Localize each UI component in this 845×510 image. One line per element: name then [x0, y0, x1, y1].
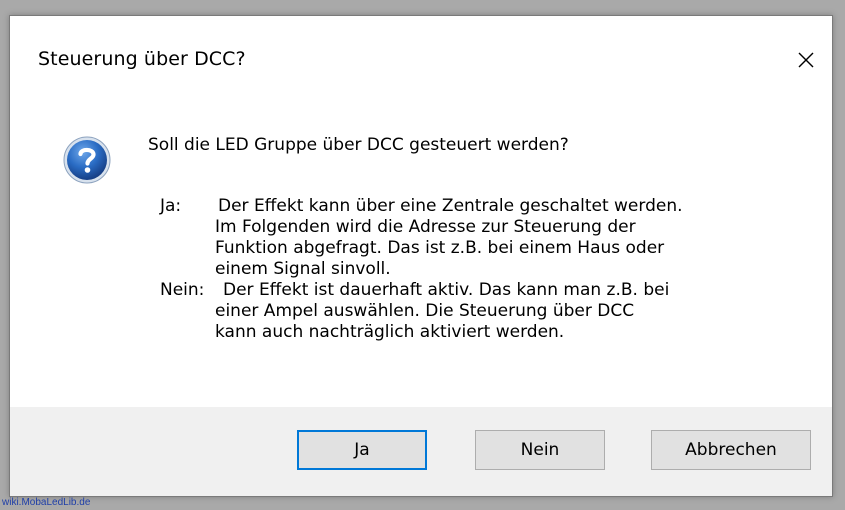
dialog-title: Steuerung über DCC?: [38, 48, 246, 70]
nein-line-2: einer Ampel auswählen. Die Steuerung übe…: [215, 301, 635, 321]
nein-line-1: Der Effekt ist dauerhaft aktiv. Das kann…: [223, 280, 670, 300]
close-icon: [798, 52, 814, 68]
ja-line-3: Funktion abgefragt. Das ist z.B. bei ein…: [215, 238, 665, 258]
abbrechen-button[interactable]: Abbrechen: [651, 430, 811, 470]
question-text: Soll die LED Gruppe über DCC gesteuert w…: [148, 135, 569, 155]
screen: Steuerung über DCC? Soll die LED Gruppe …: [0, 0, 845, 510]
close-button[interactable]: [786, 40, 826, 80]
nein-line-3: kann auch nachträglich aktiviert werden.: [215, 322, 565, 342]
ja-line-4: einem Signal sinvoll.: [215, 259, 391, 279]
dialog-content: Soll die LED Gruppe über DCC gesteuert w…: [10, 98, 832, 410]
ja-line-1: Der Effekt kann über eine Zentrale gesch…: [218, 196, 683, 216]
nein-label: Nein:: [160, 280, 205, 300]
ja-label: Ja:: [160, 196, 182, 216]
message-dialog: Steuerung über DCC? Soll die LED Gruppe …: [9, 15, 833, 497]
nein-button[interactable]: Nein: [475, 430, 605, 470]
watermark-text: wiki.MobaLedLib.de: [2, 497, 91, 508]
ja-line-2: Im Folgenden wird die Adresse zur Steuer…: [215, 217, 636, 237]
button-bar: Ja Nein Abbrechen: [10, 407, 832, 496]
title-bar: Steuerung über DCC?: [10, 16, 832, 98]
question-icon: [63, 136, 111, 184]
ja-button[interactable]: Ja: [297, 430, 427, 470]
